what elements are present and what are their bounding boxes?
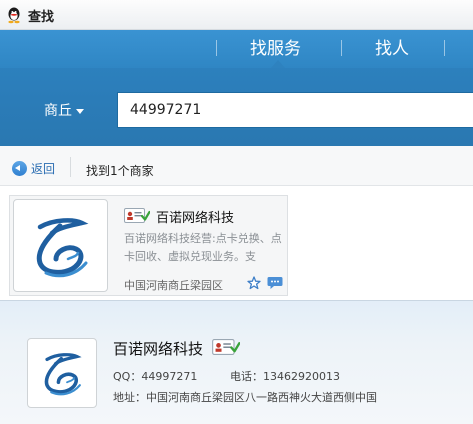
phone-number: 13462920013 <box>263 370 340 383</box>
result-card[interactable]: 百诺网络科技 百诺网络科技经营:点卡兑换、点卡回收、虚拟兑现业务。支 中国河南商… <box>9 195 288 296</box>
company-logo-icon <box>44 353 82 396</box>
company-logo-icon <box>36 217 88 277</box>
tab-find-people[interactable]: 找人 <box>375 34 409 59</box>
qq-number: 44997271 <box>141 370 198 383</box>
results-toolbar: 返回 找到1个商家 <box>0 146 473 186</box>
id-card-badge-icon <box>212 339 240 355</box>
city-label: 商丘 <box>44 103 72 119</box>
star-icon[interactable] <box>247 276 261 290</box>
company-logo[interactable] <box>13 199 108 292</box>
business-detail-panel: 百诺网络科技 QQ：44997271 电话：13462920013 地址：中国河… <box>0 300 473 424</box>
back-label: 返回 <box>31 162 56 176</box>
tabs-bar: 找服务 找人 <box>0 30 473 68</box>
search-input[interactable] <box>117 92 473 128</box>
address-value: 中国河南商丘梁园区八一路西神火大道西侧中国 <box>146 391 377 404</box>
qq-label: QQ： <box>113 370 142 383</box>
back-button[interactable]: 返回 <box>12 160 55 177</box>
result-description: 百诺网络科技经营:点卡兑换、点卡回收、虚拟兑现业务。支 <box>124 232 282 263</box>
tab-divider <box>341 40 342 56</box>
back-arrow-icon <box>12 161 27 176</box>
detail-company-name: 百诺网络科技 <box>113 340 204 358</box>
address-label: 地址： <box>113 391 146 404</box>
chat-bubble-icon[interactable] <box>267 276 283 290</box>
city-dropdown[interactable]: 商丘 <box>44 100 84 120</box>
result-company-name[interactable]: 百诺网络科技 <box>156 207 234 226</box>
chevron-down-icon <box>76 108 84 114</box>
result-address: 中国河南商丘梁园区 <box>124 279 223 292</box>
search-header: 找服务 找人 商丘 <box>0 30 473 146</box>
detail-phone-row: 电话：13462920013 <box>230 368 340 384</box>
phone-label: 电话： <box>230 370 263 383</box>
tab-find-services[interactable]: 找服务 <box>250 34 301 59</box>
detail-qq-row: QQ：44997271 <box>113 368 197 384</box>
id-card-badge-icon <box>124 208 150 223</box>
qq-penguin-icon <box>8 7 20 24</box>
tab-divider <box>216 40 217 56</box>
title-bar: 查找 <box>0 0 473 30</box>
detail-company-logo <box>27 338 97 408</box>
detail-address-row: 地址：中国河南商丘梁园区八一路西神火大道西侧中国 <box>113 389 377 405</box>
result-count: 找到1个商家 <box>86 164 154 178</box>
tab-divider <box>444 40 445 56</box>
toolbar-divider <box>70 157 71 177</box>
active-tab-indicator <box>271 60 285 68</box>
window-title: 查找 <box>28 10 55 25</box>
